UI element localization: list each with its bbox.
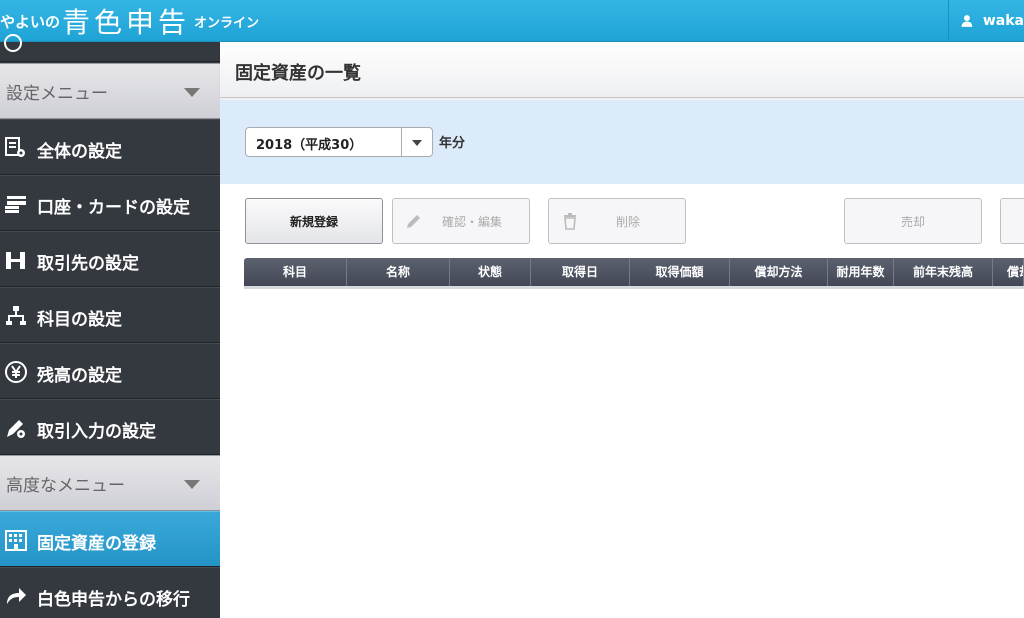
column-header[interactable]: 取得価額 <box>630 258 730 286</box>
year-suffix-label: 年分 <box>439 136 466 151</box>
sidebar-item-label: 残高の設定 <box>37 366 122 386</box>
sidebar-item-label: 白色申告からの移行 <box>37 590 190 610</box>
caret-down-icon <box>412 140 422 146</box>
sidebar-item-fixed-asset-registration[interactable]: 固定資産の登録 <box>0 511 220 567</box>
hierarchy-icon <box>6 306 26 325</box>
button-label: 削除 <box>615 214 640 229</box>
column-header[interactable]: 償却方法 <box>730 258 828 286</box>
section-label: 高度なメニュー <box>6 475 125 496</box>
column-header[interactable]: 前年末残高 <box>894 258 993 286</box>
sidebar-item-account-title-settings[interactable]: 科目の設定 <box>0 287 220 343</box>
column-header[interactable]: 状態 <box>450 258 531 286</box>
arrow-icon <box>7 588 26 604</box>
section-settings-menu[interactable]: 設定メニュー <box>0 63 220 119</box>
chevron-down-icon <box>184 480 200 489</box>
title-bar: 固定資産の一覧 <box>220 42 1024 98</box>
sidebar-top-item[interactable] <box>0 34 220 62</box>
yen-icon <box>5 361 27 383</box>
trash-icon <box>564 213 576 230</box>
building-icon <box>5 530 27 551</box>
select-divider <box>401 128 402 156</box>
pencil-icon <box>407 215 420 228</box>
new-registration-button[interactable]: 新規登録 <box>245 198 383 244</box>
column-header[interactable]: 名称 <box>347 258 450 286</box>
page-title: 固定資産の一覧 <box>235 63 361 84</box>
app-logo[interactable]: やよいの 青色申告 オンライン <box>0 0 259 42</box>
button-label: 新規登録 <box>289 214 338 229</box>
pen-gear-icon <box>7 420 25 438</box>
section-label: 設定メニュー <box>6 83 108 104</box>
user-icon <box>961 15 973 27</box>
extra-button[interactable] <box>1000 198 1024 244</box>
column-header[interactable]: 償却 <box>993 258 1024 286</box>
column-header[interactable]: 取得日 <box>531 258 630 286</box>
sidebar-item-label: 取引入力の設定 <box>37 422 156 442</box>
sidebar-item-account-card-settings[interactable]: 口座・カードの設定 <box>0 175 220 231</box>
year-select-value: 2018（平成30） <box>256 138 363 153</box>
user-menu[interactable]: waka <box>948 0 1024 42</box>
partner-icon <box>6 252 25 269</box>
section-advanced-menu[interactable]: 高度なメニュー <box>0 455 220 511</box>
user-name: waka <box>982 13 1024 29</box>
sell-button[interactable]: 売却 <box>844 198 982 244</box>
column-header[interactable]: 科目 <box>244 258 347 286</box>
year-select[interactable]: 2018（平成30） <box>245 127 433 157</box>
sidebar-item-general-settings[interactable]: 全体の設定 <box>0 119 220 175</box>
chevron-down-icon <box>184 88 200 97</box>
filter-band: 2018（平成30） 年分 <box>220 100 1024 184</box>
sidebar: 設定メニュー 全体の設定 口座・カードの設定 取引先の設定 科目の設定 残高の設… <box>0 34 220 618</box>
logo-prefix: やよいの <box>0 12 61 31</box>
sidebar-item-label: 全体の設定 <box>37 142 122 162</box>
settings-document-icon <box>5 137 25 157</box>
sidebar-item-label: 取引先の設定 <box>37 254 139 274</box>
main-content: 固定資産の一覧 2018（平成30） 年分 新規登録 確認・編集 削除 売却 科… <box>220 42 1024 618</box>
sidebar-item-label: 固定資産の登録 <box>37 534 156 554</box>
logo-suffix: オンライン <box>194 15 260 31</box>
button-label: 確認・編集 <box>441 214 502 229</box>
delete-button[interactable]: 削除 <box>548 198 686 244</box>
sidebar-item-label: 口座・カードの設定 <box>37 198 190 218</box>
circle-icon <box>4 34 22 52</box>
asset-table-header: 科目 名称 状態 取得日 取得価額 償却方法 耐用年数 前年末残高 償却 <box>244 258 1024 286</box>
column-header[interactable]: 耐用年数 <box>828 258 894 286</box>
confirm-edit-button[interactable]: 確認・編集 <box>392 198 530 244</box>
sidebar-item-label: 科目の設定 <box>37 310 122 330</box>
logo-main: 青色申告 <box>62 6 191 39</box>
table-bottom-border <box>244 286 1024 289</box>
sidebar-item-migration[interactable]: 白色申告からの移行 <box>0 567 220 618</box>
sidebar-item-partner-settings[interactable]: 取引先の設定 <box>0 231 220 287</box>
button-label: 売却 <box>900 214 925 229</box>
app-header: やよいの 青色申告 オンライン waka <box>0 0 1024 42</box>
app-window: やよいの 青色申告 オンライン waka 設定メニュー 全体の設定 口座・カード… <box>0 0 1024 618</box>
sidebar-item-entry-settings[interactable]: 取引入力の設定 <box>0 399 220 455</box>
sidebar-item-balance-settings[interactable]: 残高の設定 <box>0 343 220 399</box>
card-icon <box>5 196 26 213</box>
